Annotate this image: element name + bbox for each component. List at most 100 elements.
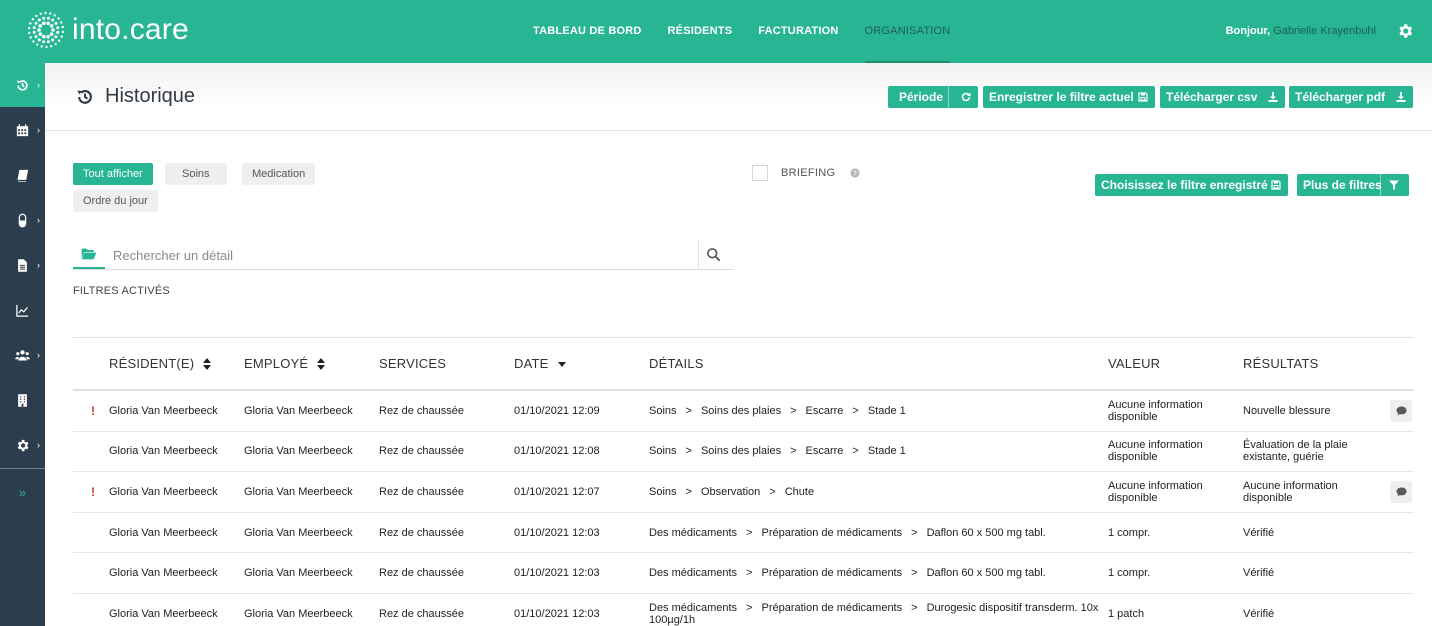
chip-ordre-du-jour[interactable]: Ordre du jour: [73, 190, 158, 212]
breadcrumb-separator: >: [852, 404, 859, 417]
detail-segment: Des médicaments: [649, 601, 738, 614]
sidebar-expand-button[interactable]: »: [0, 481, 45, 505]
download-icon: [1268, 92, 1278, 102]
sidebar-item-book[interactable]: [0, 153, 45, 197]
detail-segment: Soins: [649, 445, 677, 458]
pill-icon: [18, 213, 27, 227]
table-row[interactable]: Gloria Van Meerbeeck Gloria Van Meerbeeck…: [73, 553, 1414, 594]
sidebar-item-users[interactable]: ›: [0, 333, 45, 377]
column-resident[interactable]: RÉSIDENT(E): [109, 356, 212, 371]
sidebar-item-medication[interactable]: ›: [0, 198, 45, 242]
users-icon: [15, 349, 30, 360]
cell-resident: Gloria Van Meerbeeck: [109, 526, 218, 539]
save-icon: [1271, 180, 1281, 190]
breadcrumb-separator: >: [746, 601, 753, 614]
brand-logo[interactable]: into.care: [26, 10, 189, 50]
user-name[interactable]: Gabrielle Krayenbuhl: [1273, 25, 1376, 37]
book-icon: [17, 169, 29, 182]
sort-desc-icon[interactable]: [557, 358, 566, 370]
choose-saved-filter-button[interactable]: Choisissez le filtre enregistré: [1095, 174, 1288, 196]
cell-resident: Gloria Van Meerbeeck: [109, 607, 218, 620]
save-filter-button[interactable]: Enregistrer le filtre actuel: [983, 86, 1155, 108]
column-employee[interactable]: EMPLOYÉ: [244, 356, 326, 371]
breadcrumb-separator: >: [911, 567, 918, 580]
cell-services: Rez de chaussée: [379, 526, 464, 539]
detail-segment: Préparation de médicaments: [761, 601, 903, 614]
cell-value: Aucune information disponible: [1108, 439, 1203, 464]
sidebar-chevron: ›: [37, 350, 40, 360]
cell-employee: Gloria Van Meerbeeck: [244, 485, 353, 498]
sidebar-item-building[interactable]: [0, 378, 45, 422]
cell-resident: Gloria Van Meerbeeck: [109, 445, 218, 458]
chip-soins[interactable]: Soins: [165, 163, 227, 185]
cell-details: Des médicaments > Préparation de médicamen…: [649, 527, 1099, 539]
table-row[interactable]: Gloria Van Meerbeeck Gloria Van Meerbeeck…: [73, 432, 1414, 473]
sidebar-item-documents[interactable]: ›: [0, 243, 45, 287]
page-title-text: Historique: [105, 85, 196, 107]
nav-residents[interactable]: RÉSIDENTS: [668, 0, 733, 63]
column-employee-label: EMPLOYÉ: [244, 356, 309, 371]
table-row[interactable]: ! Gloria Van Meerbeeck Gloria Van Meerbeec…: [73, 472, 1414, 513]
history-icon: [77, 89, 92, 104]
column-results-label: RÉSULTATS: [1243, 356, 1319, 371]
more-filters-label: Plus de filtres: [1303, 178, 1382, 192]
cell-services: Rez de chaussée: [379, 404, 464, 417]
cell-employee: Gloria Van Meerbeeck: [244, 567, 353, 580]
more-filters-button[interactable]: Plus de filtres: [1297, 174, 1409, 196]
help-icon[interactable]: ?: [850, 168, 860, 178]
gear-icon[interactable]: [1396, 22, 1414, 40]
detail-segment: Des médicaments: [649, 567, 738, 580]
comment-button[interactable]: [1390, 399, 1412, 422]
chip-tout-afficher[interactable]: Tout afficher: [73, 163, 153, 185]
history-table: RÉSIDENT(E) EMPLOYÉ SERVICES DATE DÉTAIL…: [73, 337, 1414, 626]
cell-value: 1 compr.: [1108, 526, 1151, 539]
brand-name: into.care: [72, 13, 189, 46]
cell-date: 01/10/2021 12:03: [514, 607, 600, 620]
sidebar-chevron: ›: [37, 80, 40, 90]
sidebar: › › › › › › »: [0, 63, 45, 626]
sidebar-item-history[interactable]: ›: [0, 63, 45, 107]
comment-button[interactable]: [1390, 480, 1412, 503]
column-value: VALEUR: [1108, 356, 1160, 371]
sort-both-icon[interactable]: [317, 357, 326, 370]
search-icon[interactable]: [706, 247, 721, 262]
breadcrumb-separator: >: [790, 445, 797, 458]
sidebar-item-statistics[interactable]: [0, 288, 45, 332]
detail-segment: Soins des plaies: [700, 445, 782, 458]
cell-date: 01/10/2021 12:03: [514, 526, 600, 539]
chip-medication[interactable]: Medication: [242, 163, 316, 185]
sidebar-item-settings[interactable]: ›: [0, 423, 45, 467]
save-filter-label: Enregistrer le filtre actuel: [989, 90, 1134, 104]
table-row[interactable]: ! Gloria Van Meerbeeck Gloria Van Meerbeec…: [73, 391, 1414, 432]
nav-organisation[interactable]: ORGANISATION: [864, 0, 951, 63]
nav-tableau-de-bord[interactable]: TABLEAU DE BORD: [533, 0, 642, 63]
detail-segment: Escarre: [805, 445, 844, 458]
sidebar-item-calendar[interactable]: ›: [0, 108, 45, 152]
nav-facturation[interactable]: FACTURATION: [758, 0, 838, 63]
table-row[interactable]: Gloria Van Meerbeeck Gloria Van Meerbeeck…: [73, 513, 1414, 554]
choose-saved-filter-label: Choisissez le filtre enregistré: [1101, 178, 1268, 192]
comment-icon: [1396, 406, 1406, 416]
search-folder-tab[interactable]: [73, 240, 105, 269]
refresh-icon: [961, 92, 971, 102]
column-details: DÉTAILS: [649, 356, 704, 371]
search-input[interactable]: [113, 244, 693, 266]
column-date[interactable]: DATE: [514, 356, 566, 371]
periode-button[interactable]: Période: [888, 86, 978, 108]
briefing-checkbox[interactable]: [752, 165, 768, 181]
download-pdf-button[interactable]: Télécharger pdf: [1289, 86, 1413, 108]
download-csv-label: Télécharger csv: [1166, 90, 1258, 104]
cell-value: 1 compr.: [1108, 567, 1151, 580]
download-csv-button[interactable]: Télécharger csv: [1160, 86, 1285, 108]
cell-date: 01/10/2021 12:09: [514, 404, 600, 417]
document-icon: [18, 258, 27, 272]
breadcrumb-separator: >: [911, 526, 918, 539]
sort-both-icon[interactable]: [203, 357, 212, 370]
alert-flag: !: [91, 403, 95, 418]
breadcrumb-separator: >: [685, 485, 692, 498]
comment-icon: [1396, 487, 1406, 497]
table-row[interactable]: Gloria Van Meerbeeck Gloria Van Meerbeeck…: [73, 594, 1414, 626]
cell-details: Soins > Soins des plaies > Escarre > Stade 1: [649, 405, 1099, 417]
breadcrumb-separator: >: [911, 601, 918, 614]
cell-employee: Gloria Van Meerbeeck: [244, 445, 353, 458]
